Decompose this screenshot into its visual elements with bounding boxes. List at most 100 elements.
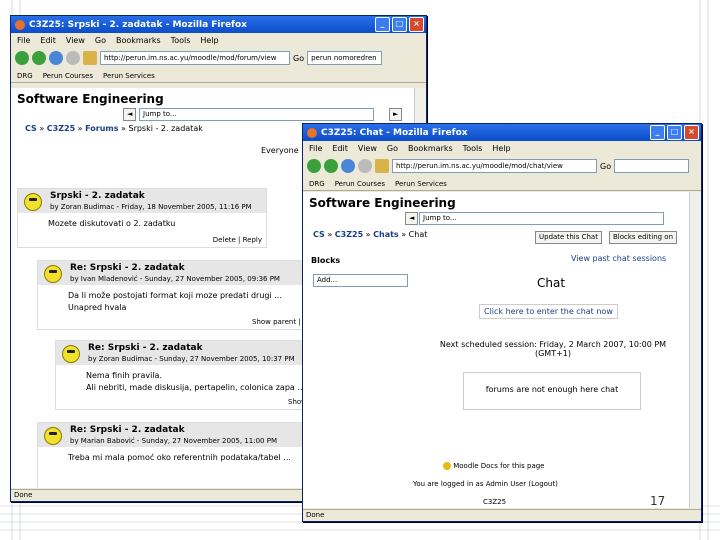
menu-help[interactable]: Help (200, 36, 218, 45)
help-icon (443, 462, 451, 470)
page-content: Software Engineering ◄ Jump to... CS » C… (303, 192, 689, 508)
vertical-scrollbar[interactable] (689, 192, 701, 508)
reload-icon[interactable] (49, 51, 63, 65)
add-block-select[interactable]: Add... (313, 274, 408, 287)
back-arrow-icon[interactable] (307, 159, 321, 173)
breadcrumb-current: Chat (408, 230, 428, 239)
post-body: Nema finih pravila. (86, 371, 162, 380)
blocks-editing-button[interactable]: Blocks editing on (609, 231, 678, 244)
post-body: Da li može postojati format koji moze pr… (68, 291, 282, 300)
forward-arrow-icon[interactable] (32, 51, 46, 65)
status-bar: Done (303, 509, 701, 521)
reload-icon[interactable] (341, 159, 355, 173)
menu-view[interactable]: View (358, 144, 377, 153)
search-input[interactable] (614, 159, 690, 173)
everyone-select[interactable]: Everyone (261, 146, 299, 155)
enter-chat-link[interactable]: Click here to enter the chat now (479, 304, 618, 319)
title-bar[interactable]: C3Z25: Chat - Mozilla Firefox _ □ × (303, 124, 701, 141)
smiley-avatar-icon (44, 427, 62, 445)
bookmark-perun-courses[interactable]: Perun Courses (43, 72, 93, 80)
firefox-icon (307, 127, 317, 138)
window-title: C3Z25: Chat - Mozilla Firefox (321, 127, 468, 138)
breadcrumb-cs[interactable]: CS (313, 230, 325, 239)
bookmarks-toolbar: DRG Perun Courses Perun Services (11, 69, 426, 83)
bookmark-perun-services[interactable]: Perun Services (103, 72, 155, 80)
front-browser-window[interactable]: C3Z25: Chat - Mozilla Firefox _ □ × File… (302, 123, 702, 522)
menu-edit[interactable]: Edit (332, 144, 348, 153)
menu-go[interactable]: Go (387, 144, 398, 153)
blocks-heading: Blocks (311, 256, 341, 265)
title-bar[interactable]: C3Z25: Srpski - 2. zadatak - Mozilla Fir… (11, 16, 426, 33)
breadcrumb-current: Srpski - 2. zadatak (128, 124, 203, 133)
post-subject: Re: Srpski - 2. zadatak (88, 343, 203, 353)
menu-view[interactable]: View (66, 36, 85, 45)
navigation-toolbar: http://perun.im.ns.ac.yu/moodle/mod/chat… (303, 155, 701, 177)
bookmark-perun-courses[interactable]: Perun Courses (335, 180, 385, 188)
jump-to-select[interactable]: Jump to... (419, 212, 664, 225)
minimize-icon[interactable]: _ (650, 125, 665, 140)
menu-tools[interactable]: Tools (171, 36, 191, 45)
menu-help[interactable]: Help (492, 144, 510, 153)
jump-prev-button[interactable]: ◄ (123, 108, 137, 121)
firefox-icon (15, 19, 25, 30)
site-title: Software Engineering (309, 196, 456, 210)
breadcrumb: CS » C3Z25 » Forums » Srpski - 2. zadata… (25, 124, 203, 133)
forward-arrow-icon[interactable] (324, 159, 338, 173)
window-title: C3Z25: Srpski - 2. zadatak - Mozilla Fir… (29, 19, 247, 30)
post-subject: Re: Srpski - 2. zadatak (70, 263, 185, 273)
next-session-timezone: (GMT+1) (534, 349, 572, 358)
menu-tools[interactable]: Tools (463, 144, 483, 153)
breadcrumb-chats[interactable]: Chats (373, 230, 399, 239)
minimize-icon[interactable]: _ (375, 17, 390, 32)
back-arrow-icon[interactable] (15, 51, 29, 65)
bookmarks-toolbar: DRG Perun Courses Perun Services (303, 177, 701, 191)
bookmark-drg[interactable]: DRG (309, 180, 325, 188)
search-input[interactable]: perun nomoredren (307, 51, 383, 65)
chat-intro-box: forums are not enough here chat (463, 372, 641, 410)
logged-in-text: You are logged in as Admin User (Logout) (413, 480, 558, 488)
jump-prev-button[interactable]: ◄ (405, 212, 419, 225)
close-icon[interactable]: × (684, 125, 699, 140)
jump-to-select[interactable]: Jump to... (139, 108, 374, 121)
post-actions[interactable]: Delete | Reply (213, 236, 262, 244)
bookmark-drg[interactable]: DRG (17, 72, 33, 80)
smiley-avatar-icon (62, 345, 80, 363)
maximize-icon[interactable]: □ (392, 17, 407, 32)
post-body: Treba mi mala pomoć oko referentnih poda… (68, 453, 291, 462)
moodle-docs-link[interactable]: Moodle Docs for this page (443, 462, 544, 470)
post-author: by Zoran Budimac - Sunday, 27 November 2… (88, 355, 295, 363)
menu-edit[interactable]: Edit (40, 36, 56, 45)
home-icon[interactable] (83, 51, 97, 65)
go-button[interactable]: Go (600, 162, 611, 171)
home-icon[interactable] (375, 159, 389, 173)
post-body: Mozete diskutovati o 2. zadatku (48, 219, 176, 228)
smiley-avatar-icon (44, 265, 62, 283)
maximize-icon[interactable]: □ (667, 125, 682, 140)
jump-next-button[interactable]: ► (389, 108, 403, 121)
menu-bookmarks[interactable]: Bookmarks (408, 144, 453, 153)
breadcrumb-forums[interactable]: Forums (85, 124, 118, 133)
stop-icon[interactable] (358, 159, 372, 173)
next-session-text: Next scheduled session: Friday, 2 March … (423, 340, 683, 358)
menu-go[interactable]: Go (95, 36, 106, 45)
close-icon[interactable]: × (409, 17, 424, 32)
update-chat-button[interactable]: Update this Chat (535, 231, 602, 244)
breadcrumb-cs[interactable]: CS (25, 124, 37, 133)
post-body-line2: Unapred hvala (68, 303, 127, 312)
url-input[interactable]: http://perun.im.ns.ac.yu/moodle/mod/foru… (100, 51, 290, 65)
menu-file[interactable]: File (17, 36, 30, 45)
bookmark-perun-services[interactable]: Perun Services (395, 180, 447, 188)
breadcrumb-course[interactable]: C3Z25 (335, 230, 363, 239)
go-button[interactable]: Go (293, 54, 304, 63)
url-input[interactable]: http://perun.im.ns.ac.yu/moodle/mod/chat… (392, 159, 597, 173)
view-past-sessions-link[interactable]: View past chat sessions (571, 254, 666, 263)
stop-icon[interactable] (66, 51, 80, 65)
breadcrumb-course[interactable]: C3Z25 (47, 124, 75, 133)
menu-bookmarks[interactable]: Bookmarks (116, 36, 161, 45)
forum-post: Srpski - 2. zadatak by Zoran Budimac - F… (17, 188, 267, 248)
breadcrumb: CS » C3Z25 » Chats » Chat (313, 230, 428, 239)
post-author: by Ivan Mladenović - Sunday, 27 November… (70, 275, 280, 283)
course-code-link[interactable]: C3Z25 (483, 498, 506, 506)
post-subject: Re: Srpski - 2. zadatak (70, 425, 185, 435)
menu-file[interactable]: File (309, 144, 322, 153)
